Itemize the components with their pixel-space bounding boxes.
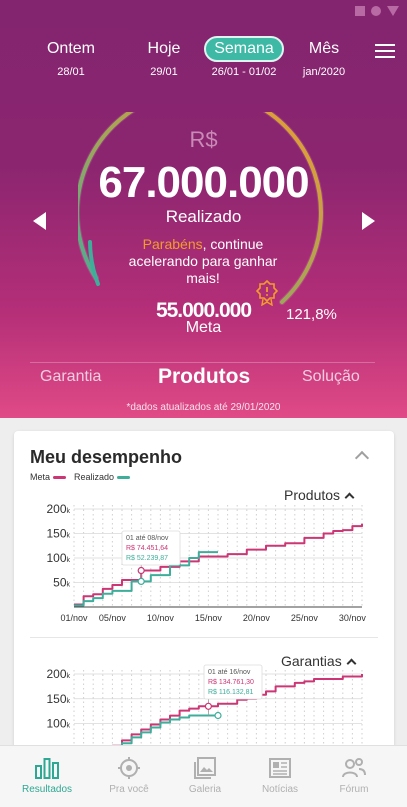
nav-noticias[interactable]: Notícias — [243, 746, 317, 807]
nav-label: Notícias — [261, 784, 299, 795]
hero-section: Ontem 28/01 Hoje 29/01 Semana 26/01 - 01… — [0, 0, 407, 418]
bar-chart-icon — [35, 758, 59, 779]
nav-pra-voce[interactable]: Pra você — [92, 746, 166, 807]
y-tick-label: 200k — [46, 667, 70, 681]
bottom-nav: Resultados Pra você Galeria Notícias Fór… — [0, 745, 407, 807]
y-tick-unit: k — [67, 698, 71, 705]
tab-date: 28/01 — [57, 66, 85, 78]
tab-garantia[interactable]: Garantia — [40, 368, 101, 386]
tab-date: 29/01 — [150, 66, 178, 78]
product-tabs: Garantia Produtos Solução — [30, 362, 375, 394]
y-tick-label: 100k — [46, 717, 70, 731]
status-circle-icon — [371, 6, 381, 16]
newspaper-icon — [269, 758, 291, 778]
nav-galeria[interactable]: Galeria — [168, 746, 242, 807]
tooltip-point-meta — [204, 702, 212, 710]
nav-label: Galeria — [188, 784, 222, 795]
tab-label: Ontem — [46, 40, 95, 57]
y-tick-unit: k — [67, 723, 71, 730]
y-tick-unit: k — [67, 673, 71, 680]
realizado-value: 67.000.000 — [98, 158, 309, 207]
tab-hoje[interactable]: Hoje 29/01 — [124, 36, 204, 78]
tooltip-point-realizado — [214, 711, 222, 720]
tab-label: Hoje — [147, 40, 181, 57]
people-icon — [342, 758, 366, 778]
percent-label: 121,8% — [286, 306, 337, 323]
tab-label: Mês — [308, 40, 340, 57]
y-tick-label: 150k — [46, 692, 70, 706]
tab-date: 26/01 - 01/02 — [211, 66, 277, 78]
tab-mes[interactable]: Mês jan/2020 — [292, 36, 356, 78]
menu-icon[interactable] — [375, 44, 395, 60]
congrats-highlight: Parabéns — [142, 236, 203, 252]
tab-label: Semana — [204, 36, 284, 62]
nav-resultados[interactable]: Resultados — [10, 746, 84, 807]
meta-label: Meta — [185, 319, 222, 336]
tab-date: jan/2020 — [302, 66, 346, 78]
nav-forum[interactable]: Fórum — [317, 746, 391, 807]
medal-icon — [256, 280, 278, 306]
image-icon — [194, 757, 216, 779]
tooltip-title: 01 até 16/nov — [208, 669, 251, 676]
nav-label: Pra você — [109, 784, 149, 795]
tooltip-realizado: R$ 116.132,81 — [208, 689, 254, 696]
tab-produtos[interactable]: Produtos — [158, 365, 250, 389]
nav-label: Fórum — [339, 784, 369, 795]
updated-note: *dados atualizados até 29/01/2020 — [126, 402, 281, 413]
currency-label: R$ — [189, 127, 218, 152]
period-tabs: Ontem 28/01 Hoje 29/01 Semana 26/01 - 01… — [36, 36, 352, 86]
nav-label: Resultados — [21, 784, 73, 795]
realizado-label: Realizado — [165, 207, 242, 226]
tab-ontem[interactable]: Ontem 28/01 — [36, 36, 106, 78]
performance-card: Meu desempenho Meta Realizado Produtos G… — [14, 431, 394, 761]
status-triangle-icon — [387, 6, 399, 16]
line-chart-garantias: 100k 150k 200k 01 até 16/nov R$ 134.761,30 R$… — [46, 664, 363, 761]
tooltip-meta: R$ 134.761,30 — [208, 679, 254, 686]
target-icon — [118, 757, 140, 779]
status-bar — [355, 6, 399, 16]
tab-semana[interactable]: Semana 26/01 - 01/02 — [202, 36, 286, 78]
status-square-icon — [355, 6, 365, 16]
tab-solucao[interactable]: Solução — [302, 368, 360, 386]
